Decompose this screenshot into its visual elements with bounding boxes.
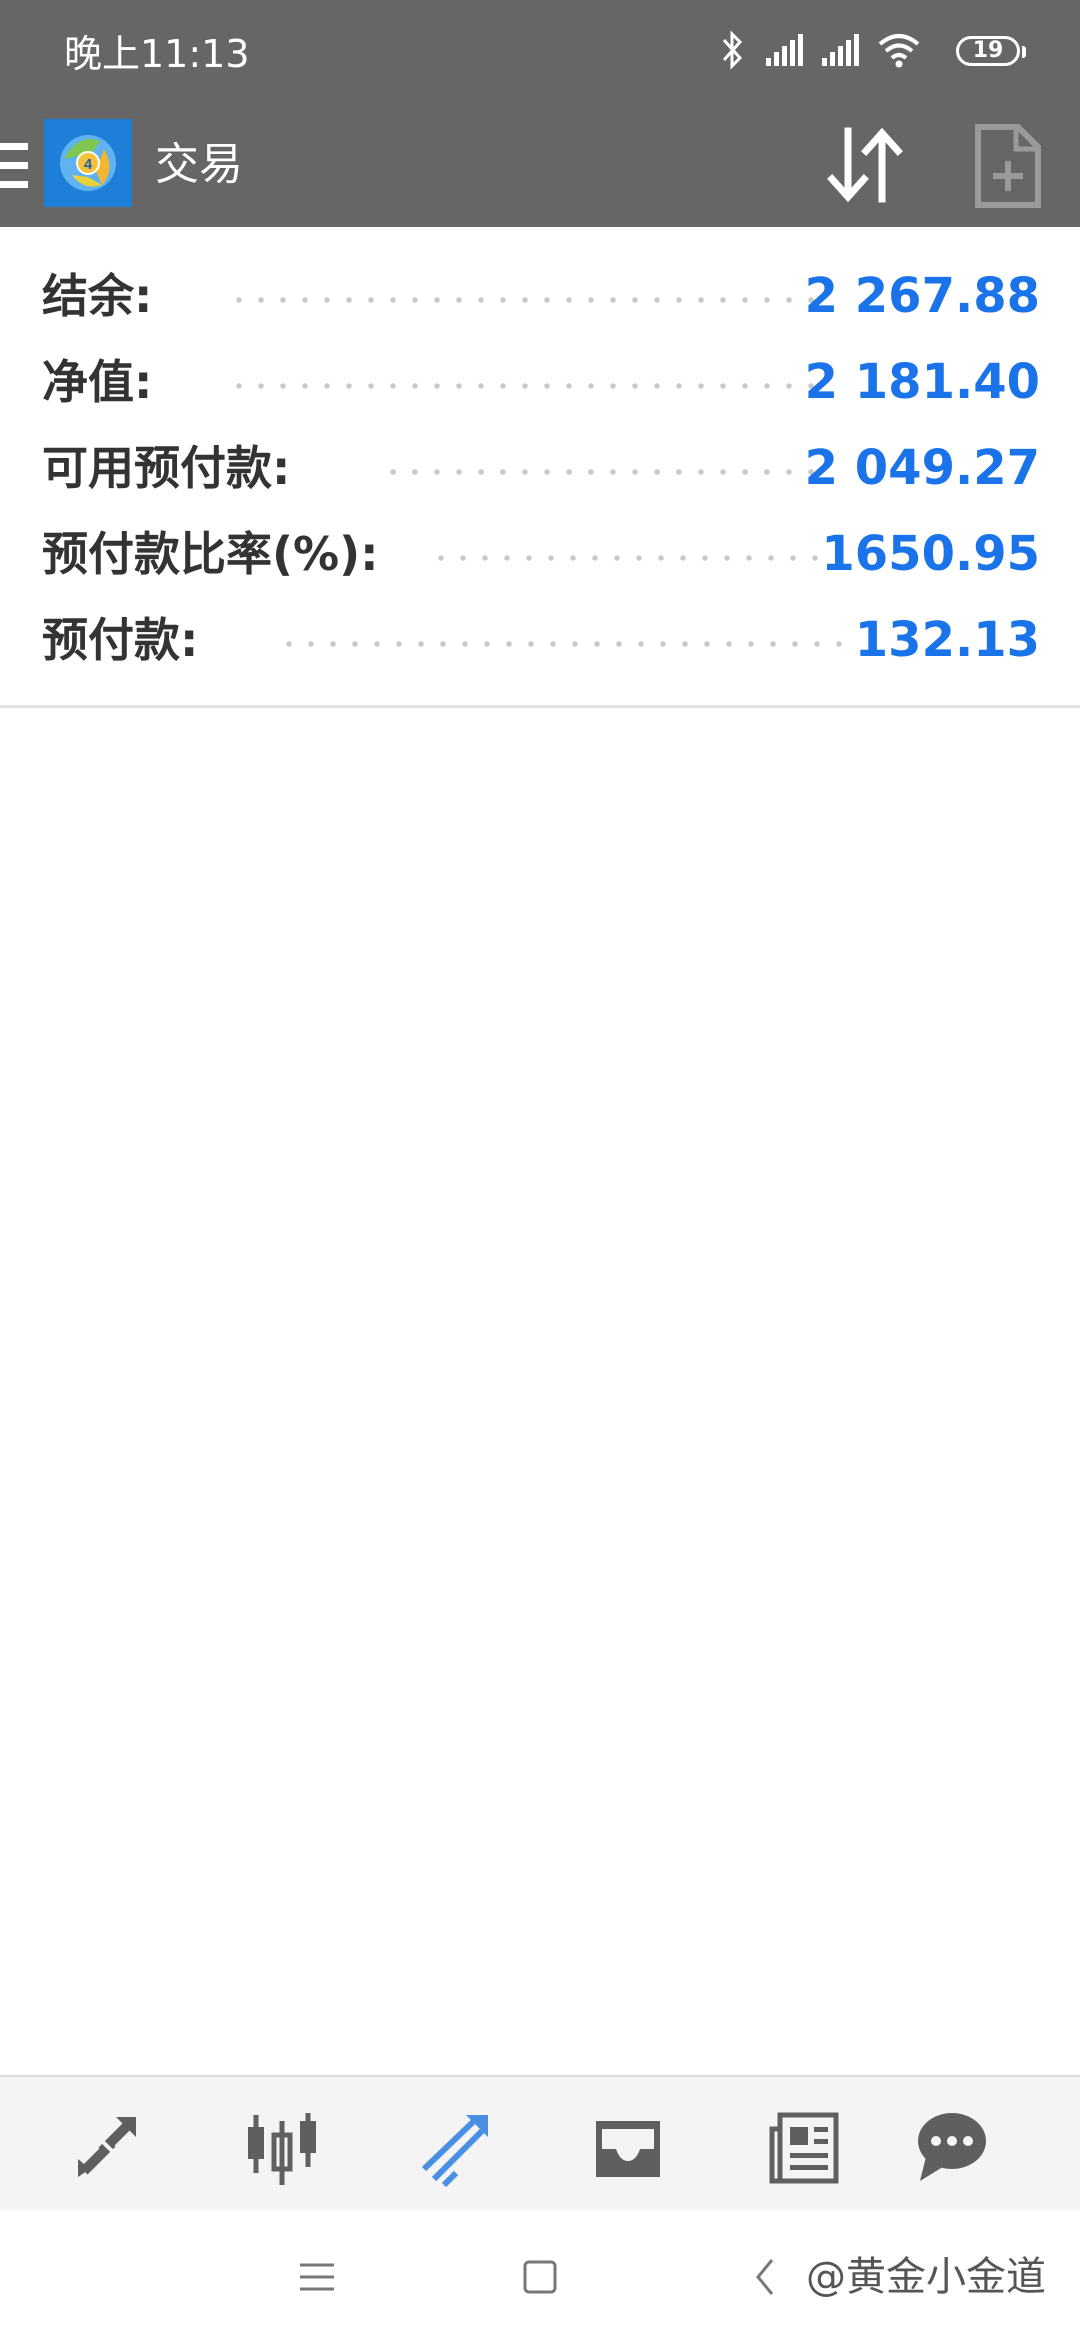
chat-icon[interactable] [912,2107,992,2187]
status-bar: 晚上11:13 19 [0,0,1080,105]
dotted-leader [228,379,818,393]
account-summary: 结余: 2 267.88 净值: 2 181.40 可用预付款: 2 049.2… [0,227,1080,708]
quotes-icon[interactable] [68,2107,148,2187]
recent-apps-icon[interactable] [292,2252,342,2302]
margin-level-row: 预付款比率(%): 1650.95 [0,511,1080,597]
margin-level-label: 预付款比率(%): [42,527,379,581]
balance-value: 2 267.88 [804,268,1040,324]
signal-icon [766,34,803,66]
watermark: @黄金小金道 [806,2254,1046,2300]
page-title: 交易 [155,139,243,190]
dotted-leader [382,465,818,479]
margin-label: 预付款: [42,613,199,667]
menu-icon[interactable] [0,143,28,189]
chart-candles-icon[interactable] [242,2107,322,2187]
home-icon[interactable] [515,2252,565,2302]
wifi-icon [878,34,920,68]
dotted-leader [228,293,818,307]
bluetooth-icon [722,30,743,70]
margin-row: 预付款: 132.13 [0,597,1080,683]
sort-icon[interactable] [820,125,910,205]
new-order-icon[interactable] [972,123,1044,209]
margin-value: 132.13 [854,612,1040,668]
free-margin-label: 可用预付款: [42,441,291,495]
free-margin-row: 可用预付款: 2 049.27 [0,425,1080,511]
app-logo[interactable]: 4 [44,119,132,207]
balance-row: 结余: 2 267.88 [0,253,1080,339]
news-icon[interactable] [762,2107,842,2187]
svg-text:4: 4 [84,156,93,173]
equity-value: 2 181.40 [804,354,1040,410]
status-icons: 19 [720,28,1026,78]
balance-label: 结余: [42,269,153,323]
history-inbox-icon[interactable] [588,2107,668,2187]
dotted-leader [278,637,852,651]
free-margin-value: 2 049.27 [804,440,1040,496]
equity-label: 净值: [42,355,153,409]
back-icon[interactable] [742,2252,792,2302]
trade-icon[interactable] [416,2107,496,2187]
margin-level-value: 1650.95 [821,526,1040,582]
battery-icon: 19 [956,36,1026,66]
equity-row: 净值: 2 181.40 [0,339,1080,425]
dotted-leader [430,551,830,565]
system-nav-bar: @黄金小金道 [0,2210,1080,2340]
bottom-tab-bar [0,2075,1080,2212]
status-time: 晚上11:13 [64,32,250,76]
signal-icon [822,34,859,66]
app-bar: 4 交易 [0,105,1080,227]
